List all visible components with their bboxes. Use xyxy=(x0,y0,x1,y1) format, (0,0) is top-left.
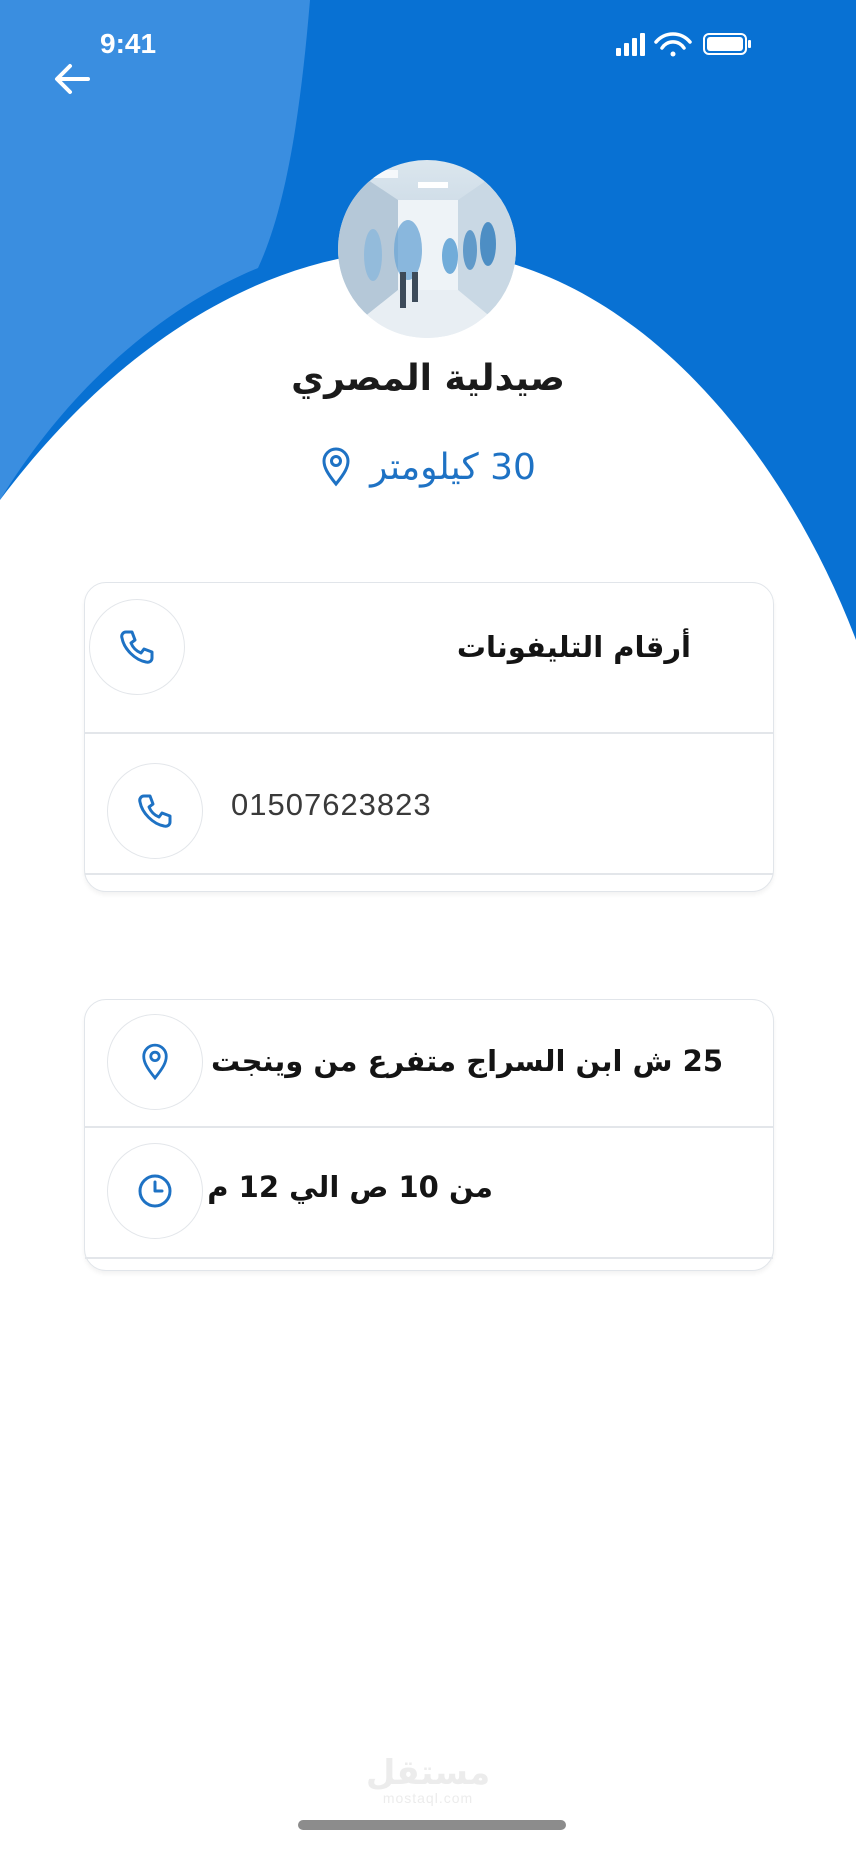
address-row[interactable]: 25 ش ابن السراج متفرع من وينجت xyxy=(85,1000,773,1126)
back-button[interactable] xyxy=(48,54,98,104)
phones-header: أرقام التليفونات xyxy=(456,630,691,664)
distance-row: 30 كيلومتر xyxy=(128,442,728,492)
divider xyxy=(85,873,773,875)
watermark-url: mostaql.com xyxy=(382,1790,474,1806)
phone-call-button[interactable] xyxy=(89,599,185,695)
location-button[interactable] xyxy=(107,1014,203,1110)
location-pin-icon xyxy=(142,1043,168,1081)
watermark: مستقل mostaql.com xyxy=(0,1756,856,1806)
phone-number-row[interactable]: 01507623823 xyxy=(85,733,773,873)
phone-number[interactable]: 01507623823 xyxy=(231,787,432,823)
location-pin-icon xyxy=(322,447,350,487)
pharmacy-avatar xyxy=(338,160,516,338)
watermark-logo: مستقل xyxy=(365,1753,491,1793)
signal-icon xyxy=(616,33,645,56)
address-text: 25 ش ابن السراج متفرع من وينجت xyxy=(210,1044,723,1078)
status-bar: 9:41 xyxy=(0,0,856,90)
hours-row: من 10 ص الي 12 م xyxy=(85,1127,773,1257)
phone-icon xyxy=(138,794,172,828)
wifi-icon xyxy=(654,32,692,57)
phone-call-button[interactable] xyxy=(107,763,203,859)
divider xyxy=(85,1257,773,1259)
status-time: 9:41 xyxy=(100,28,157,59)
clock-icon xyxy=(138,1174,172,1208)
hours-icon-circle xyxy=(107,1143,203,1239)
battery-icon xyxy=(703,33,751,55)
phones-card: أرقام التليفونات 01507623823 xyxy=(84,582,774,892)
hours-text: من 10 ص الي 12 م xyxy=(207,1170,493,1204)
back-arrow-icon xyxy=(55,64,90,94)
info-card: 25 ش ابن السراج متفرع من وينجت من 10 ص ا… xyxy=(84,999,774,1271)
pharmacy-name: صيدلية المصري xyxy=(291,358,565,399)
distance-text: 30 كيلومتر xyxy=(370,446,536,488)
phone-icon xyxy=(120,630,154,664)
phones-header-row: أرقام التليفونات xyxy=(85,583,773,733)
home-indicator[interactable] xyxy=(298,1820,566,1830)
